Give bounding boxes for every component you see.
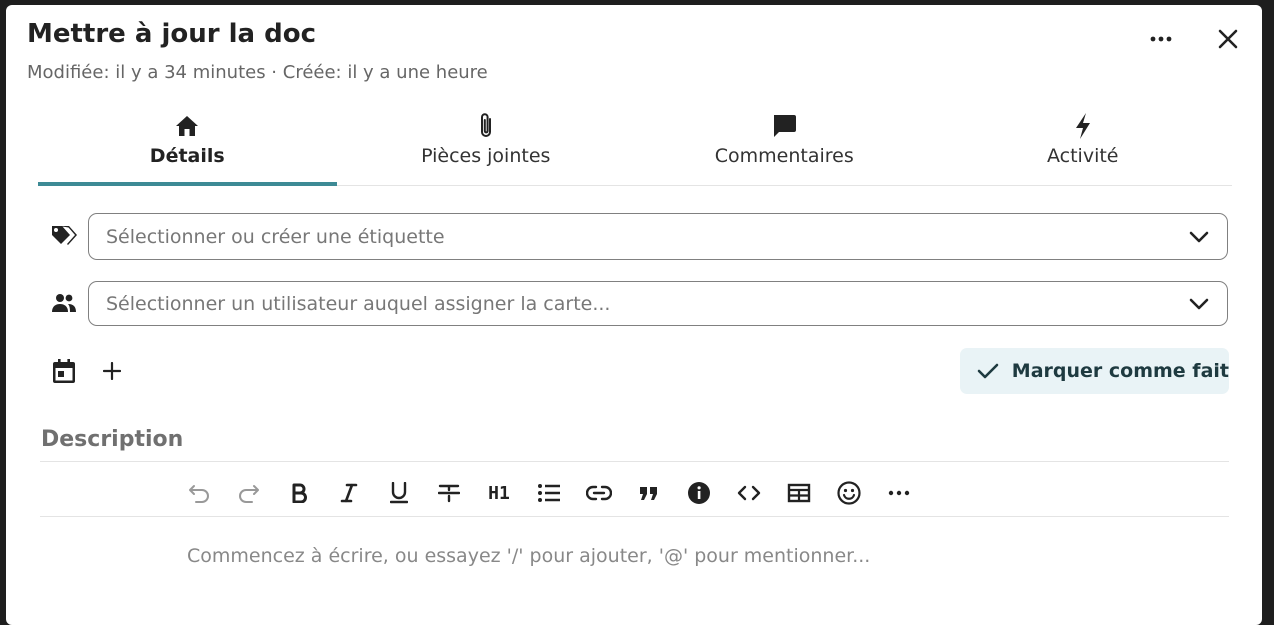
bullet-list-icon <box>538 484 560 502</box>
more-horizontal-icon <box>1150 36 1172 42</box>
table-button[interactable] <box>774 475 824 511</box>
tags-select[interactable]: Sélectionner ou créer une étiquette <box>88 213 1228 260</box>
quote-button[interactable] <box>624 475 674 511</box>
code-button[interactable] <box>724 475 774 511</box>
tab-attachments[interactable]: Pièces jointes <box>337 105 636 185</box>
tags-icon <box>52 226 77 245</box>
italic-button[interactable] <box>324 475 374 511</box>
divider <box>40 516 1229 517</box>
link-icon <box>586 485 612 501</box>
home-icon <box>176 116 199 136</box>
strikethrough-icon <box>438 484 460 503</box>
more-formatting-button[interactable] <box>874 475 924 511</box>
tab-label: Commentaires <box>714 145 854 167</box>
editor-toolbar: H1 <box>174 475 924 511</box>
mark-done-label: Marquer comme fait <box>1011 360 1229 382</box>
info-icon <box>688 482 710 504</box>
bullet-list-button[interactable] <box>524 475 574 511</box>
chevron-down-icon <box>1187 225 1211 249</box>
link-button[interactable] <box>574 475 624 511</box>
underline-button[interactable] <box>374 475 424 511</box>
due-date-button[interactable] <box>48 355 80 387</box>
undo-button[interactable] <box>174 475 224 511</box>
add-due-date-button[interactable] <box>96 355 128 387</box>
strikethrough-button[interactable] <box>424 475 474 511</box>
paperclip-icon <box>480 113 491 137</box>
tab-bar: Détails Pièces jointes Commentaires Acti… <box>38 105 1232 186</box>
table-icon <box>787 483 811 503</box>
description-heading: Description <box>41 427 184 452</box>
assignees-placeholder: Sélectionner un utilisateur auquel assig… <box>106 292 611 315</box>
check-icon <box>977 363 999 379</box>
tab-details[interactable]: Détails <box>38 105 337 186</box>
emoji-button[interactable] <box>824 475 874 511</box>
lightning-icon <box>1075 113 1090 139</box>
heading-label: H1 <box>488 482 510 504</box>
redo-button[interactable] <box>224 475 274 511</box>
more-actions-button[interactable] <box>1145 23 1177 55</box>
divider <box>40 461 1229 462</box>
plus-icon <box>103 362 121 380</box>
users-icon <box>52 294 76 312</box>
tags-placeholder: Sélectionner ou créer une étiquette <box>106 225 445 248</box>
card-timestamps: Modifiée: il y a 34 minutes · Créée: il … <box>27 62 488 83</box>
comment-icon <box>774 115 797 137</box>
smiley-icon <box>837 481 861 505</box>
heading-button[interactable]: H1 <box>474 475 524 511</box>
underline-icon <box>390 482 408 504</box>
close-button[interactable] <box>1212 23 1244 55</box>
card-modal: Mettre à jour la doc Modifiée: il y a 34… <box>6 5 1262 625</box>
description-editor[interactable]: Commencez à écrire, ou essayez '/' pour … <box>187 545 870 567</box>
bold-button[interactable] <box>274 475 324 511</box>
tab-activity[interactable]: Activité <box>934 105 1233 185</box>
assignees-select[interactable]: Sélectionner un utilisateur auquel assig… <box>88 281 1228 326</box>
tab-comments[interactable]: Commentaires <box>635 105 934 185</box>
chevron-down-icon <box>1187 292 1211 316</box>
undo-icon <box>189 485 209 503</box>
tags-row-icon <box>48 220 80 252</box>
close-icon <box>1218 29 1238 49</box>
code-icon <box>737 485 761 501</box>
calendar-icon <box>53 359 75 383</box>
tab-label: Pièces jointes <box>421 145 551 167</box>
tab-label: Détails <box>149 145 225 167</box>
assignees-row-icon <box>48 287 80 319</box>
info-callout-button[interactable] <box>674 475 724 511</box>
card-title[interactable]: Mettre à jour la doc <box>27 19 316 49</box>
bold-icon <box>292 483 307 503</box>
tab-label: Activité <box>1046 145 1119 167</box>
quote-icon <box>640 487 657 500</box>
redo-icon <box>239 485 259 503</box>
italic-icon <box>340 483 358 503</box>
more-horizontal-icon <box>888 490 910 496</box>
mark-done-button[interactable]: Marquer comme fait <box>960 348 1229 394</box>
